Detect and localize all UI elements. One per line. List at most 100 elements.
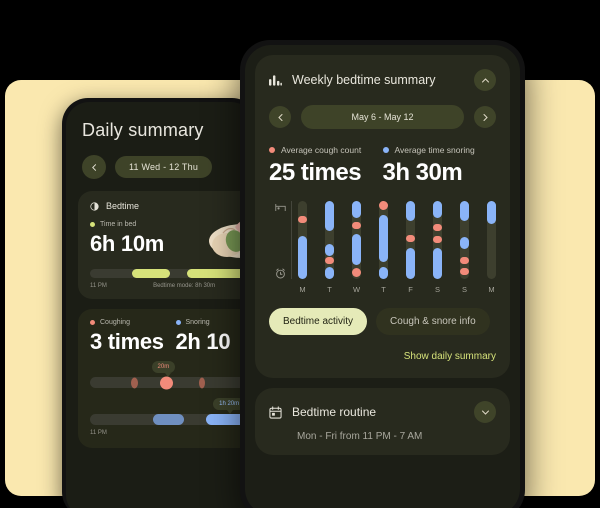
chart-column[interactable] bbox=[460, 201, 469, 279]
legend-label: Coughing bbox=[100, 319, 130, 326]
bar-chart-icon bbox=[269, 75, 282, 86]
front-phone-device: Weekly bedtime summary May 6 - May 12 Av… bbox=[240, 40, 525, 508]
legend-label: Average time snoring bbox=[394, 145, 475, 155]
legend-dot bbox=[382, 147, 389, 153]
chart-segment-snore bbox=[352, 233, 361, 265]
chart-segment-snore bbox=[352, 201, 361, 219]
legend-label: Average cough count bbox=[281, 145, 362, 155]
chart-column[interactable] bbox=[352, 201, 361, 279]
chevron-left-icon bbox=[91, 163, 96, 171]
chart-segment-snore bbox=[379, 266, 388, 279]
summary-values: 25 times 3h 30m bbox=[269, 159, 496, 187]
chart-segment-snore bbox=[460, 236, 469, 250]
chart-segment-snore bbox=[379, 215, 388, 262]
chart-column[interactable] bbox=[487, 201, 496, 279]
snore-start-time: 11 PM bbox=[90, 430, 107, 436]
tab-bedtime-activity[interactable]: Bedtime activity bbox=[269, 308, 368, 335]
routine-card-subtitle: Mon - Fri from 11 PM - 7 AM bbox=[297, 431, 423, 442]
back-date-navigator: 11 Wed - 12 Thu bbox=[66, 141, 254, 179]
page-title: Daily summary bbox=[82, 120, 204, 140]
legend-dot bbox=[90, 222, 95, 227]
chart-segment-snore bbox=[325, 267, 334, 279]
bedtime-progress-fill-a bbox=[131, 269, 170, 278]
bedtime-card[interactable]: Bedtime Time in bed 6h 10m 11 PM Bedtime… bbox=[78, 191, 254, 299]
chart-segment-snore bbox=[460, 201, 469, 222]
chart-segment-snore bbox=[298, 236, 307, 279]
back-date-range[interactable]: 11 Wed - 12 Thu bbox=[115, 156, 213, 178]
chart-segment-cough bbox=[433, 236, 442, 244]
chart-segment-cough bbox=[379, 201, 388, 210]
chart-column[interactable] bbox=[406, 201, 415, 279]
chart-column[interactable] bbox=[325, 201, 334, 279]
weekly-bedtime-summary-card: Weekly bedtime summary May 6 - May 12 Av… bbox=[255, 55, 510, 378]
show-daily-summary-link[interactable]: Show daily summary bbox=[269, 351, 496, 362]
cough-timeline-track bbox=[90, 376, 254, 389]
bedtime-card-header: Bedtime bbox=[90, 201, 254, 211]
chevron-down-icon bbox=[481, 409, 489, 415]
avg-snore-time-value: 3h 30m bbox=[382, 159, 463, 186]
expand-routine-button[interactable] bbox=[474, 401, 496, 423]
prev-day-button[interactable] bbox=[82, 155, 106, 179]
alarm-clock-icon bbox=[275, 268, 285, 279]
tab-cough-snore-info[interactable]: Cough & snore info bbox=[376, 308, 490, 335]
collapse-summary-button[interactable] bbox=[474, 69, 496, 91]
summary-card-title: Weekly bedtime summary bbox=[292, 73, 436, 87]
chart-y-axis bbox=[269, 201, 291, 279]
bedtime-icon bbox=[90, 201, 99, 211]
summary-card-header: Weekly bedtime summary bbox=[269, 69, 496, 91]
legend-snore: Average time snoring bbox=[382, 145, 497, 155]
chart-segment-cough bbox=[352, 222, 361, 230]
chevron-right-icon bbox=[482, 113, 488, 121]
chart-column[interactable] bbox=[433, 201, 442, 279]
chart-x-label: F bbox=[408, 285, 413, 294]
chart-segment-snore bbox=[487, 201, 496, 225]
prev-week-button[interactable] bbox=[269, 106, 291, 128]
coughing-legend: Coughing bbox=[90, 319, 176, 326]
cough-snore-legends: Coughing 3 times Snoring 2h 10 bbox=[90, 319, 254, 355]
chart-segment-cough bbox=[406, 235, 415, 243]
chart-segment-cough bbox=[352, 268, 361, 277]
chart-segment-snore bbox=[433, 247, 442, 279]
chart-tabs: Bedtime activity Cough & snore info bbox=[269, 308, 496, 335]
weekly-activity-chart bbox=[269, 201, 496, 279]
routine-card-header: Bedtime routine bbox=[269, 401, 496, 423]
chart-x-label: W bbox=[352, 285, 361, 294]
bed-icon bbox=[274, 203, 286, 212]
legend-dot bbox=[269, 147, 275, 153]
cough-snore-card[interactable]: Coughing 3 times Snoring 2h 10 20m 1h 20… bbox=[78, 309, 254, 448]
chart-x-label: T bbox=[327, 285, 332, 294]
chart-segment-snore bbox=[406, 247, 415, 279]
cough-event-dot bbox=[160, 376, 174, 389]
snore-timeline-wrap: 1h 20m bbox=[90, 398, 254, 425]
chart-segment-snore bbox=[433, 201, 442, 219]
bedtime-routine-card[interactable]: Bedtime routine Mon - Fri from 11 PM - 7… bbox=[255, 388, 510, 455]
chart-segment-cough bbox=[460, 268, 469, 276]
chart-column[interactable] bbox=[298, 201, 307, 279]
chart-x-label: M bbox=[299, 285, 306, 294]
bedtime-card-title: Bedtime bbox=[106, 201, 140, 211]
legend-label: Time in bed bbox=[100, 221, 137, 228]
bedtime-card-footer: 11 PM Bedtime mode: 8h 30m bbox=[90, 283, 254, 289]
cough-timeline-wrap: 20m bbox=[90, 361, 254, 389]
cough-tooltip: 20m bbox=[151, 361, 176, 373]
cough-event-dot bbox=[131, 377, 139, 388]
chart-segment-snore bbox=[406, 201, 415, 222]
cough-event-dot bbox=[199, 377, 206, 388]
front-phone-screen: Weekly bedtime summary May 6 - May 12 Av… bbox=[245, 45, 520, 508]
chevron-left-icon bbox=[277, 113, 283, 121]
chart-x-label: S bbox=[461, 285, 467, 294]
chart-x-label: S bbox=[434, 285, 440, 294]
legend-dot bbox=[90, 320, 95, 325]
chart-x-labels: MTWTFSSM bbox=[298, 285, 496, 294]
chart-column[interactable] bbox=[379, 201, 388, 279]
legend-label: Snoring bbox=[185, 319, 210, 326]
coughing-block: Coughing 3 times bbox=[90, 319, 176, 355]
bedtime-mode-label: Bedtime mode: 8h 30m bbox=[153, 283, 216, 289]
chart-segment-snore bbox=[325, 243, 334, 256]
chart-x-label: M bbox=[488, 285, 495, 294]
next-week-button[interactable] bbox=[474, 106, 496, 128]
screenshot-stage: Daily summary 11 Wed - 12 Thu Bedtime Ti… bbox=[0, 0, 600, 508]
back-phone-screen: Daily summary 11 Wed - 12 Thu Bedtime Ti… bbox=[66, 102, 254, 508]
calendar-icon bbox=[269, 405, 282, 419]
week-range-label[interactable]: May 6 - May 12 bbox=[301, 105, 464, 129]
